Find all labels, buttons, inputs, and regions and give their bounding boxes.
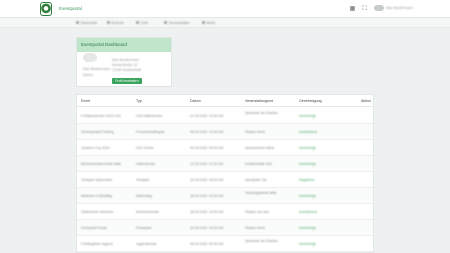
table-cell-date: 15.03.2024, 18:00 Uhr: [190, 178, 224, 182]
table-cell-venue: Sportzentrum West: [245, 146, 274, 150]
table-cell-venue: Sportpark am Stadion: [245, 239, 278, 243]
grid-icon[interactable]: ▦: [349, 5, 356, 12]
table-cell-status: Ausstehend: [299, 210, 317, 214]
users-icon: [164, 21, 167, 25]
table-cell-event[interactable]: Frühjahrsturnier 2023 U15: [81, 114, 121, 118]
table-cell-type: U15 Hallenturnier: [136, 114, 163, 118]
table-cell-event[interactable]: Osterturnier Senioren: [81, 210, 113, 214]
nav-item-places[interactable]: Orte: [136, 20, 148, 25]
table-cell-date: 12.03.2024, 11:00 Uhr: [190, 162, 224, 166]
table-cell-action[interactable]: ...: [361, 114, 364, 118]
calendar-icon: [107, 21, 110, 25]
table-cell-type: Seniorenturnier: [136, 210, 160, 214]
table-cell-type: Hallenturnier: [136, 162, 156, 166]
column-header-type[interactable]: Typ: [136, 99, 142, 103]
home-icon: [76, 21, 79, 25]
profile-name: Max Mustermann: [83, 67, 111, 71]
table-cell-venue: Stadion Nord: [245, 226, 265, 230]
profile-info-line: 12345 Musterstadt: [112, 68, 141, 72]
table-cell-event[interactable]: Mädchen Fußballtag: [81, 194, 112, 198]
table-cell-event[interactable]: Vereinspokal Frühling: [81, 130, 114, 134]
dashboard-card: Eventportal Dashboard Max Mustermann Adm…: [76, 37, 172, 87]
column-header-status[interactable]: Genehmigung: [299, 99, 322, 103]
table-header: Event Typ Datum Veranstaltungsort Genehm…: [77, 95, 373, 107]
profile-avatar: [83, 53, 97, 62]
table-cell-type: Jugendturnier: [136, 242, 157, 246]
fullscreen-icon[interactable]: ⛶: [361, 5, 368, 12]
card-title: Eventportal Dashboard: [77, 38, 171, 52]
user-avatar[interactable]: [374, 5, 384, 11]
table-cell-status: Ausstehend: [299, 130, 317, 134]
table-cell-event[interactable]: Junioren Cup 2024: [81, 146, 110, 150]
table-row[interactable]: Vereinspokal Frühling Freundschaftsspiel 0…: [77, 124, 373, 140]
table-cell-date: 02.04.2024, 19:00 Uhr: [190, 226, 224, 230]
table-cell-venue: Dreifachhalle Süd: [245, 162, 272, 166]
logo-icon[interactable]: [40, 2, 52, 16]
table-cell-type: Testspiel: [136, 178, 150, 182]
profile-info-line: Max Mustermann: [112, 58, 140, 62]
table-cell-status: Genehmigt: [299, 162, 316, 166]
table-row[interactable]: Kreispokal Finale Pokalspiel 02.04.2024, 1…: [77, 220, 373, 236]
top-bar: Eventportal ▦ ⛶ Max Mustermann: [0, 0, 450, 18]
table-cell-date: 01.03.2024, 10:00 Uhr: [190, 114, 224, 118]
table-row[interactable]: Frühlingsfest Jugend Jugendturnier 06.04.2…: [77, 236, 373, 252]
table-cell-status: Genehmigt: [299, 194, 316, 198]
nav-item-organizers[interactable]: Veranstalter: [164, 20, 190, 25]
column-header-event[interactable]: Event: [81, 99, 90, 103]
events-table: Event Typ Datum Veranstaltungsort Genehm…: [76, 94, 374, 253]
table-cell-action[interactable]: ...: [361, 194, 364, 198]
table-row[interactable]: Testspiel Saisonstart Testspiel 15.03.2024…: [77, 172, 373, 188]
table-cell-status: Genehmigt: [299, 146, 316, 150]
table-cell-type: Pokalspiel: [136, 226, 152, 230]
app-title[interactable]: Eventportal: [59, 6, 82, 11]
table-cell-action[interactable]: ...: [361, 162, 364, 166]
table-cell-date: 09.03.2024, 09:00 Uhr: [190, 146, 224, 150]
nav-item-start[interactable]: Startseite: [76, 20, 97, 25]
table-cell-date: 05.03.2024, 14:00 Uhr: [190, 130, 224, 134]
menu-icon: [202, 21, 205, 25]
table-cell-action[interactable]: ...: [361, 130, 364, 134]
table-cell-date: 06.04.2024, 09:30 Uhr: [190, 242, 224, 246]
table-cell-status: Genehmigt: [299, 242, 316, 246]
table-cell-status: Genehmigt: [299, 114, 316, 118]
table-cell-status: Genehmigt: [299, 226, 316, 230]
table-cell-action[interactable]: ...: [361, 178, 364, 182]
column-header-date[interactable]: Datum: [190, 99, 201, 103]
nav-item-more[interactable]: Mehr: [202, 20, 216, 25]
table-cell-venue: Stadion am See: [245, 210, 270, 214]
table-cell-event[interactable]: Kreispokal Finale: [81, 226, 107, 230]
table-cell-venue: Sportplatz Ost: [245, 178, 267, 182]
profile-role: Admin: [83, 73, 93, 77]
table-cell-action[interactable]: ...: [361, 242, 364, 246]
table-cell-type: Freundschaftsspiel: [136, 130, 165, 134]
main-navigation: Startseite Events Orte Veranstalter Mehr: [0, 18, 450, 28]
table-cell-venue: Stadion Nord: [245, 130, 265, 134]
table-cell-venue: Sportpark am Stadion: [245, 111, 278, 115]
table-cell-date: 18.03.2024, 10:00 Uhr: [190, 194, 224, 198]
table-cell-type: U13 Turnier: [136, 146, 154, 150]
username[interactable]: Max Mustermann: [386, 6, 413, 10]
table-cell-action[interactable]: ...: [361, 226, 364, 230]
table-row[interactable]: Bezirksmeisterschaft Halle Hallenturnier 1…: [77, 156, 373, 172]
table-cell-event[interactable]: Testspiel Saisonstart: [81, 178, 112, 182]
column-header-action: Aktion: [361, 99, 371, 103]
table-cell-action[interactable]: ...: [361, 146, 364, 150]
profile-info-line: Musterstraße 12: [112, 63, 138, 67]
table-row[interactable]: Frühjahrsturnier 2023 U15 U15 Hallenturni…: [77, 108, 373, 124]
location-icon: [136, 21, 139, 25]
table-cell-date: 28.03.2024, 13:00 Uhr: [190, 210, 224, 214]
table-cell-type: Aktionstag: [136, 194, 152, 198]
edit-profile-button[interactable]: Profil bearbeiten: [112, 78, 142, 84]
table-row[interactable]: Osterturnier Senioren Seniorenturnier 28.0…: [77, 204, 373, 220]
table-row[interactable]: Mädchen Fußballtag Aktionstag 18.03.2024, …: [77, 188, 373, 204]
table-cell-venue: Vereinsgelände Mitte: [245, 191, 277, 195]
table-cell-event[interactable]: Frühlingsfest Jugend: [81, 242, 112, 246]
table-cell-event[interactable]: Bezirksmeisterschaft Halle: [81, 162, 121, 166]
column-header-venue[interactable]: Veranstaltungsort: [245, 99, 273, 103]
table-row[interactable]: Junioren Cup 2024 U13 Turnier 09.03.2024, …: [77, 140, 373, 156]
nav-item-events[interactable]: Events: [107, 20, 124, 25]
table-cell-status: Abgelehnt: [299, 178, 315, 182]
table-cell-action[interactable]: ...: [361, 210, 364, 214]
